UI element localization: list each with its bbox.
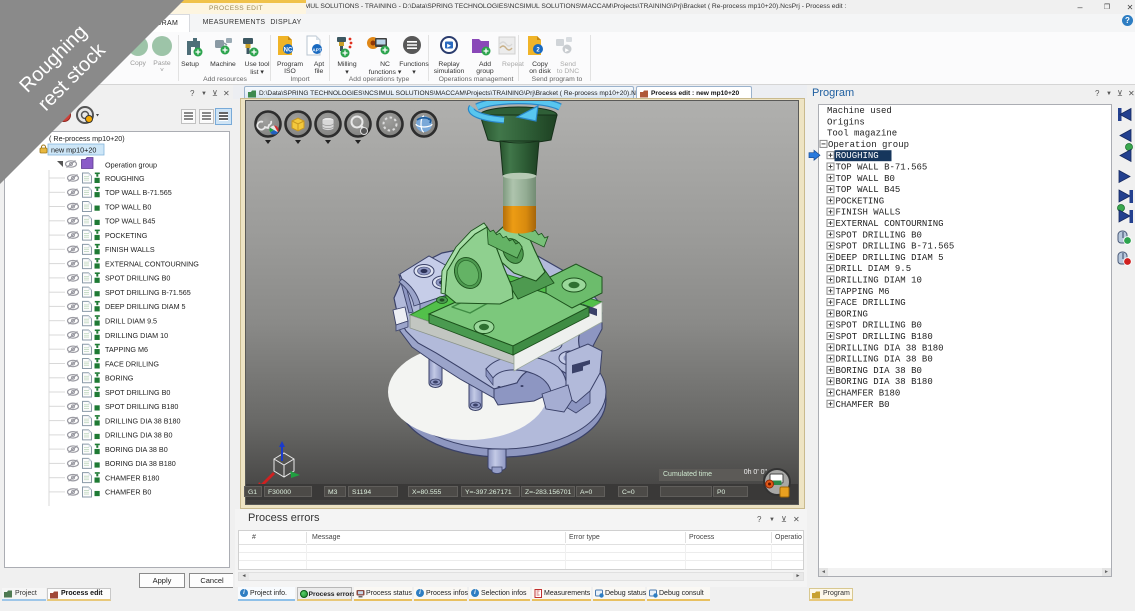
svg-text:new mp10+20: new mp10+20 <box>51 146 96 155</box>
svg-text:APT: APT <box>312 48 321 53</box>
svg-text:TOP WALL B-71.565: TOP WALL B-71.565 <box>105 188 172 197</box>
svg-text:TOP WALL B45: TOP WALL B45 <box>105 217 155 226</box>
svg-text:▶: ▶ <box>447 43 451 49</box>
svg-text:DRILLING DIA 38 B180: DRILLING DIA 38 B180 <box>105 416 181 425</box>
svg-text:FINISH WALLS: FINISH WALLS <box>105 245 155 254</box>
svg-text:SPOT DRILLING B180: SPOT DRILLING B180 <box>105 402 178 411</box>
svg-text:POCKETING: POCKETING <box>105 231 148 240</box>
svg-text:NC: NC <box>284 48 293 54</box>
svg-text:( Re-process mp10+20): ( Re-process mp10+20) <box>49 134 125 143</box>
svg-text:ROUGHING: ROUGHING <box>105 174 145 183</box>
svg-text:SPOT DRILLING B-71.565: SPOT DRILLING B-71.565 <box>105 288 191 297</box>
svg-text:SPOT DRILLING B0: SPOT DRILLING B0 <box>105 388 170 397</box>
svg-text:TAPPING M6: TAPPING M6 <box>105 345 148 354</box>
svg-text:CHAMFER B0: CHAMFER B0 <box>105 488 151 497</box>
svg-text:FACE DRILLING: FACE DRILLING <box>105 359 159 368</box>
svg-text:SPOT DRILLING B0: SPOT DRILLING B0 <box>105 274 170 283</box>
svg-text:EXTERNAL CONTOURNING: EXTERNAL CONTOURNING <box>105 259 199 268</box>
svg-text:Operation group: Operation group <box>105 161 157 170</box>
svg-text:DEEP DRILLING DIAM 5: DEEP DRILLING DIAM 5 <box>105 302 186 311</box>
svg-text:TOP WALL B0: TOP WALL B0 <box>105 202 151 211</box>
svg-text:BORING DIA 38 B0: BORING DIA 38 B0 <box>105 445 168 454</box>
svg-text:▶: ▶ <box>565 48 569 54</box>
svg-text:BORING DIA 38 B180: BORING DIA 38 B180 <box>105 459 176 468</box>
svg-text:BORING: BORING <box>105 374 134 383</box>
svg-text:CHAMFER B180: CHAMFER B180 <box>105 474 159 483</box>
svg-text:DRILL DIAM 9.5: DRILL DIAM 9.5 <box>105 317 157 326</box>
svg-text:DRILLING DIAM 10: DRILLING DIAM 10 <box>105 331 168 340</box>
svg-text:DRILLING DIA 38 B0: DRILLING DIA 38 B0 <box>105 431 173 440</box>
